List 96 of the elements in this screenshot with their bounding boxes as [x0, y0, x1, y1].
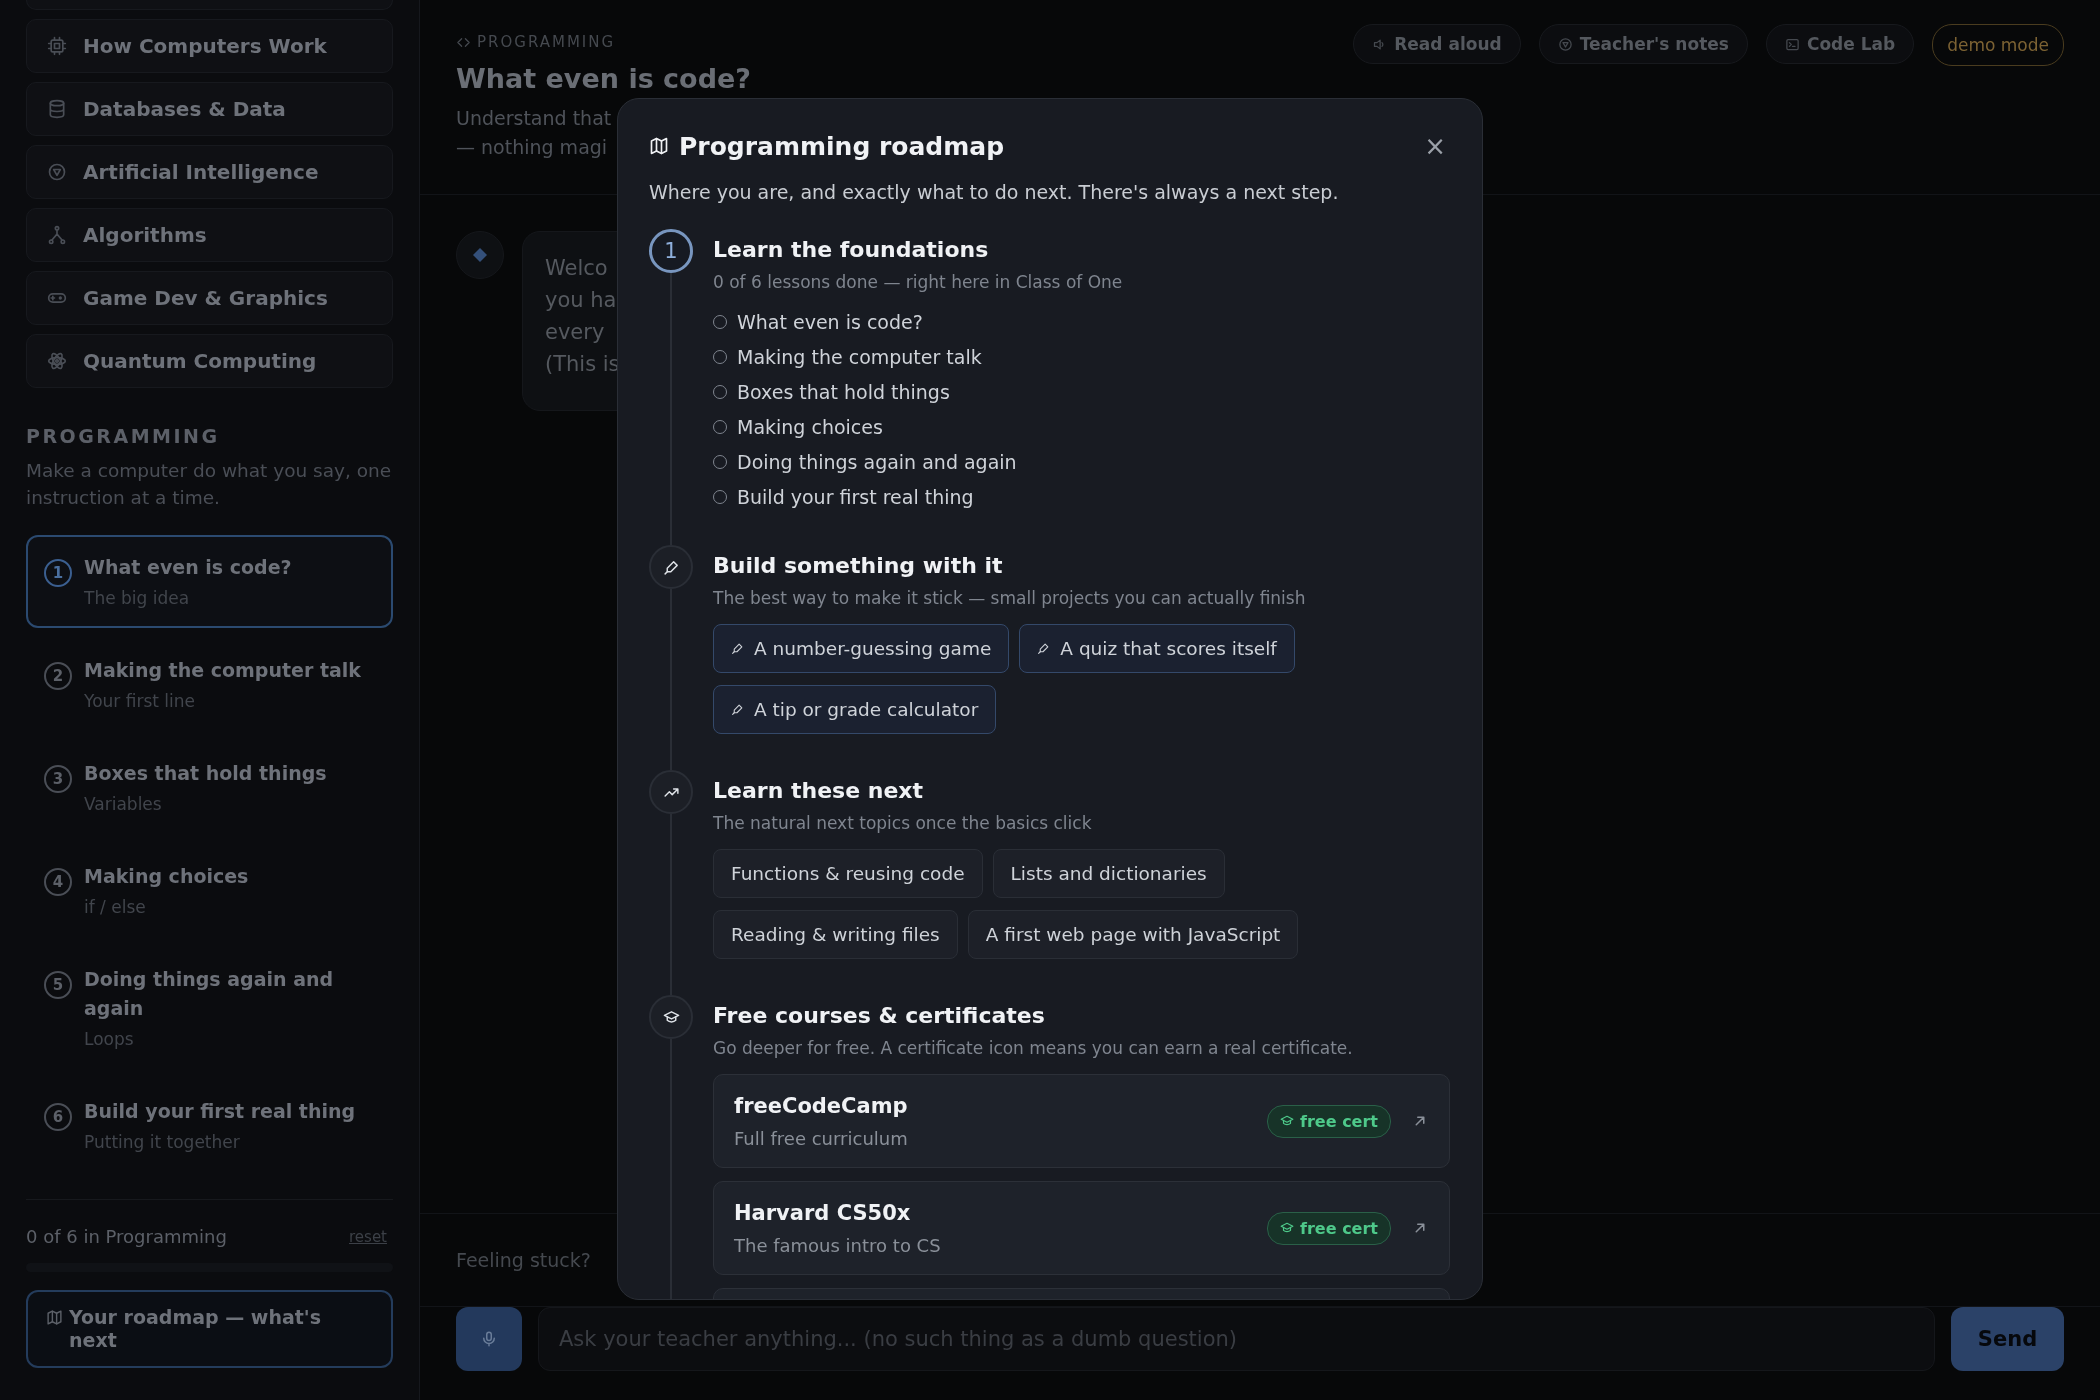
- step-subtitle: The best way to make it stick — small projects you can actually finish: [713, 588, 1307, 608]
- lesson-label: Making the computer talk: [737, 345, 982, 369]
- lesson-label: Making choices: [737, 415, 883, 439]
- message-text: Welco: [545, 255, 609, 282]
- topic-chip[interactable]: A first web page with JavaScript: [967, 910, 1299, 959]
- chip-icon: [47, 36, 67, 56]
- step-title: Free courses & certificates: [713, 1003, 1046, 1028]
- pen-icon: [662, 558, 680, 576]
- graduation-cap-icon: [662, 1008, 680, 1026]
- lesson-number: 6: [44, 1103, 72, 1131]
- lesson-label: Boxes that hold things: [737, 380, 950, 404]
- lesson-item[interactable]: 4 Making choices if / else: [26, 844, 393, 937]
- graduation-cap-icon: [1280, 1221, 1294, 1235]
- lesson-subtitle: Your first line: [84, 691, 196, 711]
- step-subtitle: 0 of 6 lessons done — right here in Class of One: [713, 272, 1124, 292]
- pen-icon: [731, 642, 744, 655]
- lesson-title: Making choices: [84, 864, 249, 889]
- course-description: Full free curriculum: [734, 1127, 908, 1149]
- lesson-title: Boxes that hold things: [84, 761, 327, 786]
- page-title: What even is code?: [456, 63, 751, 94]
- lesson-subtitle: if / else: [84, 897, 147, 917]
- project-chip[interactable]: A tip or grade calculator: [713, 685, 997, 734]
- project-chip[interactable]: A number-guessing game: [713, 624, 1010, 673]
- close-button[interactable]: ×: [1420, 131, 1450, 161]
- topic-chip[interactable]: Functions & reusing code: [713, 849, 983, 898]
- lesson-subtitle: The big idea: [84, 588, 191, 608]
- lesson-number: 3: [44, 765, 72, 793]
- teacher-avatar: [456, 231, 504, 279]
- fork-icon: [47, 225, 67, 245]
- topic-chip[interactable]: Lists and dictionaries: [992, 849, 1225, 898]
- stuck-label: Feeling stuck?: [456, 1249, 591, 1271]
- mode-badge: demo mode: [1932, 24, 2064, 66]
- lesson-item[interactable]: 1 What even is code? The big idea: [26, 535, 393, 628]
- pen-icon: [731, 703, 744, 716]
- lesson-number: 4: [44, 868, 72, 896]
- project-chip[interactable]: A quiz that scores itself: [1019, 624, 1295, 673]
- topic-button[interactable]: Quantum Computing: [26, 334, 393, 388]
- topic-button[interactable]: Databases & Data: [26, 82, 393, 136]
- section-description: Make a computer do what you say, one instruction at a time.: [26, 459, 393, 510]
- atom-icon: [47, 351, 67, 371]
- course-name: freeCodeCamp: [734, 1093, 908, 1118]
- topic-chip[interactable]: Reading & writing files: [713, 910, 958, 959]
- lesson-number: 5: [44, 971, 72, 999]
- lesson-label: Doing things again and again: [737, 450, 1017, 474]
- lesson-item[interactable]: 3 Boxes that hold things Variables: [26, 741, 393, 834]
- lesson-title: Build your first real thing: [84, 1099, 356, 1124]
- progress-label: 0 of 6 in Programming: [26, 1226, 227, 1247]
- mic-icon: [480, 1330, 498, 1348]
- course-description: The famous intro to CS: [734, 1234, 941, 1256]
- action-button[interactable]: Teacher's notes: [1538, 24, 1748, 64]
- certificate-badge: free cert: [1267, 1104, 1391, 1138]
- course-card[interactable]: freeCodeCamp Full free curriculum free cert: [713, 1074, 1450, 1168]
- lesson-number: 2: [44, 662, 72, 690]
- step-title: Learn these next: [713, 778, 925, 803]
- lesson-title: What even is code?: [84, 555, 292, 580]
- message-text: you ha: [545, 287, 618, 314]
- lesson-item[interactable]: 2 Making the computer talk Your first line: [26, 638, 393, 731]
- lesson-subtitle: Variables: [84, 794, 163, 814]
- breadcrumb: PROGRAMMING: [477, 33, 616, 51]
- certificate-badge: free cert: [1267, 1211, 1391, 1245]
- topic-button[interactable]: How Computers Work: [26, 19, 393, 73]
- lesson-number: 1: [44, 559, 72, 587]
- lesson-subtitle: Putting it together: [84, 1132, 241, 1152]
- course-name: Harvard CS50x: [734, 1200, 912, 1225]
- action-button[interactable]: Read aloud: [1353, 24, 1521, 64]
- message-text: every: [545, 319, 606, 346]
- section-title: PROGRAMMING: [26, 425, 221, 447]
- step-title: Build something with it: [713, 553, 1004, 578]
- course-card[interactable]: Harvard CS50x The famous intro to CS free cert: [713, 1181, 1450, 1275]
- pen-icon: [1037, 642, 1051, 655]
- lesson-item[interactable]: 5 Doing things again and again Loops: [26, 947, 393, 1069]
- lesson-label: Build your first real thing: [737, 485, 974, 509]
- topic-button[interactable]: Artificial Intelligence: [26, 145, 393, 199]
- lesson-title: Making the computer talk: [84, 658, 361, 683]
- step-subtitle: The natural next topics once the basics click: [713, 813, 1093, 833]
- modal-description: Where you are, and exactly what to do next. There's always a next step.: [649, 181, 1340, 203]
- topic-button[interactable]: Game Dev & Graphics: [26, 271, 393, 325]
- graduation-cap-icon: [1280, 1114, 1294, 1128]
- step-title: Learn the foundations: [713, 237, 990, 262]
- map-icon: [649, 136, 669, 156]
- step-subtitle: Go deeper for free. A certificate icon means you can earn a real certificate.: [713, 1038, 1354, 1058]
- mic-button[interactable]: [456, 1307, 522, 1371]
- lesson-subtitle: Loops: [84, 1029, 135, 1049]
- database-icon: [47, 99, 67, 119]
- lesson-label: What even is code?: [737, 310, 923, 334]
- lesson-title: Doing things again and again: [84, 967, 335, 1021]
- map-icon: [46, 1309, 63, 1326]
- roadmap-button[interactable]: Your roadmap — what's next: [26, 1290, 393, 1368]
- page-subtitle: Understand that: [456, 106, 612, 131]
- page-subtitle: — nothing magi: [456, 135, 608, 160]
- action-button[interactable]: Code Lab: [1765, 24, 1915, 64]
- step-marker: 1: [649, 229, 693, 273]
- lesson-item[interactable]: 6 Build your first real thing Putting it together: [26, 1079, 393, 1172]
- topic-button[interactable]: Algorithms: [26, 208, 393, 262]
- modal-title: Programming roadmap: [679, 131, 1006, 161]
- terminal-icon: [1784, 36, 1800, 52]
